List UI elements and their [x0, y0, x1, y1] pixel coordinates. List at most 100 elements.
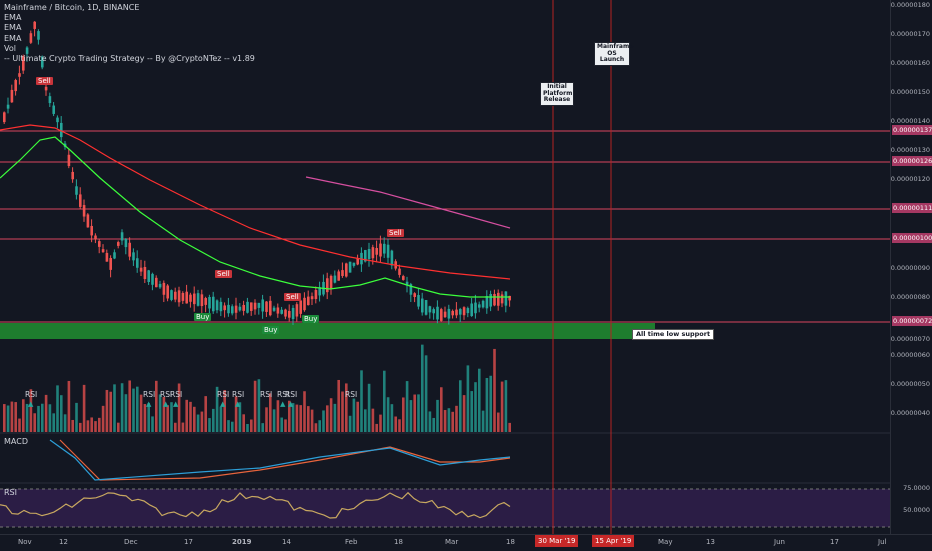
volume-bar	[405, 381, 409, 432]
price-label: 0.00000040	[890, 409, 930, 417]
volume-bar	[367, 383, 371, 432]
volume-bar	[478, 368, 481, 432]
volume-bar	[6, 405, 10, 432]
candle-body	[375, 247, 378, 255]
volume-bar	[113, 384, 116, 432]
candle-body	[299, 300, 302, 314]
candle-body	[500, 294, 504, 304]
volume-bar	[436, 399, 439, 432]
macd-signal-line	[59, 439, 511, 481]
time-label: 17	[184, 538, 193, 546]
support-note[interactable]: All time low support	[632, 329, 715, 340]
candle-body	[333, 275, 337, 283]
candle-body	[250, 302, 253, 311]
volume-bar	[25, 403, 29, 432]
volume-bar	[314, 423, 318, 432]
candle-body	[75, 186, 78, 195]
volume-bar	[307, 406, 310, 432]
candle-body	[326, 278, 329, 293]
price-axis[interactable]: 0.00000180 0.00000170 0.00000160 0.00000…	[890, 0, 932, 534]
candle-body	[462, 307, 466, 316]
price-label: 0.00000080	[890, 293, 930, 301]
volume-bar	[398, 419, 401, 432]
event-date-label: 15 Apr '19	[592, 535, 635, 547]
candle-body	[337, 271, 340, 281]
candle-body	[151, 273, 154, 285]
candle-body	[109, 258, 112, 270]
legend-ema-1[interactable]: EMA	[4, 13, 255, 23]
volume-bar	[352, 398, 356, 432]
volume-bar	[508, 422, 511, 432]
mainframe-os-note[interactable]: Mainframe OS Launch	[594, 42, 633, 66]
volume-bar	[272, 409, 276, 432]
candle-body	[398, 268, 401, 275]
highlighted-price-label: 0.00000126	[892, 156, 932, 166]
candle-body	[158, 283, 162, 288]
candle-body	[379, 243, 382, 257]
volume-bar	[250, 419, 253, 432]
up-arrow-icon: ▲	[280, 400, 286, 408]
volume-bar	[109, 391, 112, 432]
rsi-marker: RSI	[285, 390, 298, 399]
candle-body	[272, 307, 276, 311]
volume-bar	[383, 370, 386, 432]
candle-body	[383, 243, 386, 254]
candle-body	[71, 171, 74, 180]
volume-bar	[364, 409, 367, 432]
volume-bar	[428, 411, 432, 432]
candle-body	[265, 301, 268, 312]
candle-body	[291, 307, 295, 320]
legend-strategy[interactable]: -- Ultimate Crypto Trading Strategy -- B…	[4, 54, 255, 64]
legend-ema-3[interactable]: EMA	[4, 34, 255, 44]
candle-body	[238, 306, 242, 311]
volume-bar	[299, 405, 302, 432]
volume-bar	[200, 411, 204, 432]
candle-body	[295, 304, 299, 317]
candle-body	[280, 309, 283, 314]
time-label: 18	[506, 538, 515, 546]
volume-bar	[493, 348, 496, 432]
candle-body	[128, 242, 131, 257]
time-label: 2019	[232, 538, 252, 546]
volume-bar	[33, 413, 36, 432]
candle-body	[3, 112, 6, 123]
volume-bar	[413, 394, 416, 432]
time-label: Jul	[878, 538, 887, 546]
candle-body	[162, 282, 166, 295]
rsi-band	[0, 489, 890, 527]
ema-green-line	[0, 136, 510, 298]
candle-body	[345, 263, 348, 277]
candle-body	[307, 296, 310, 306]
volume-bar	[253, 380, 257, 432]
volume-bar	[37, 405, 40, 432]
volume-bar	[447, 408, 451, 432]
candle-body	[67, 154, 71, 167]
volume-bar	[124, 394, 128, 432]
candle-body	[284, 309, 287, 317]
candle-body	[79, 194, 82, 207]
legend-vol[interactable]: Vol	[4, 44, 255, 54]
ema-pink-line	[305, 176, 511, 229]
candle-body	[371, 247, 375, 259]
chart-area[interactable]: Mainframe / Bitcoin, 1D, BINANCE EMA EMA…	[0, 0, 890, 534]
volume-bar	[86, 420, 90, 432]
candle-body	[481, 300, 485, 308]
volume-bar	[326, 405, 329, 432]
candle-body	[413, 293, 416, 297]
legend-ema-2[interactable]: EMA	[4, 23, 255, 33]
macd-pane-label[interactable]: MACD	[4, 437, 28, 446]
candle-body	[223, 305, 226, 311]
candle-body	[447, 308, 451, 319]
volume-bar	[101, 405, 105, 432]
volume-bar	[98, 417, 101, 432]
volume-bar	[14, 402, 17, 432]
initial-release-note[interactable]: Initial Platform Release	[540, 82, 574, 106]
rsi-pane-label[interactable]: RSI	[4, 488, 17, 497]
volume-bar	[136, 386, 139, 432]
candle-body	[120, 232, 124, 241]
chart-canvas[interactable]	[0, 0, 890, 534]
volume-bar	[212, 408, 215, 432]
candle-body	[86, 214, 90, 228]
time-axis[interactable]: Nov 12 Dec 17 2019 14 Feb 18 Mar 18 30 M…	[0, 534, 932, 551]
highlighted-price-label: 0.00000137	[892, 125, 932, 135]
